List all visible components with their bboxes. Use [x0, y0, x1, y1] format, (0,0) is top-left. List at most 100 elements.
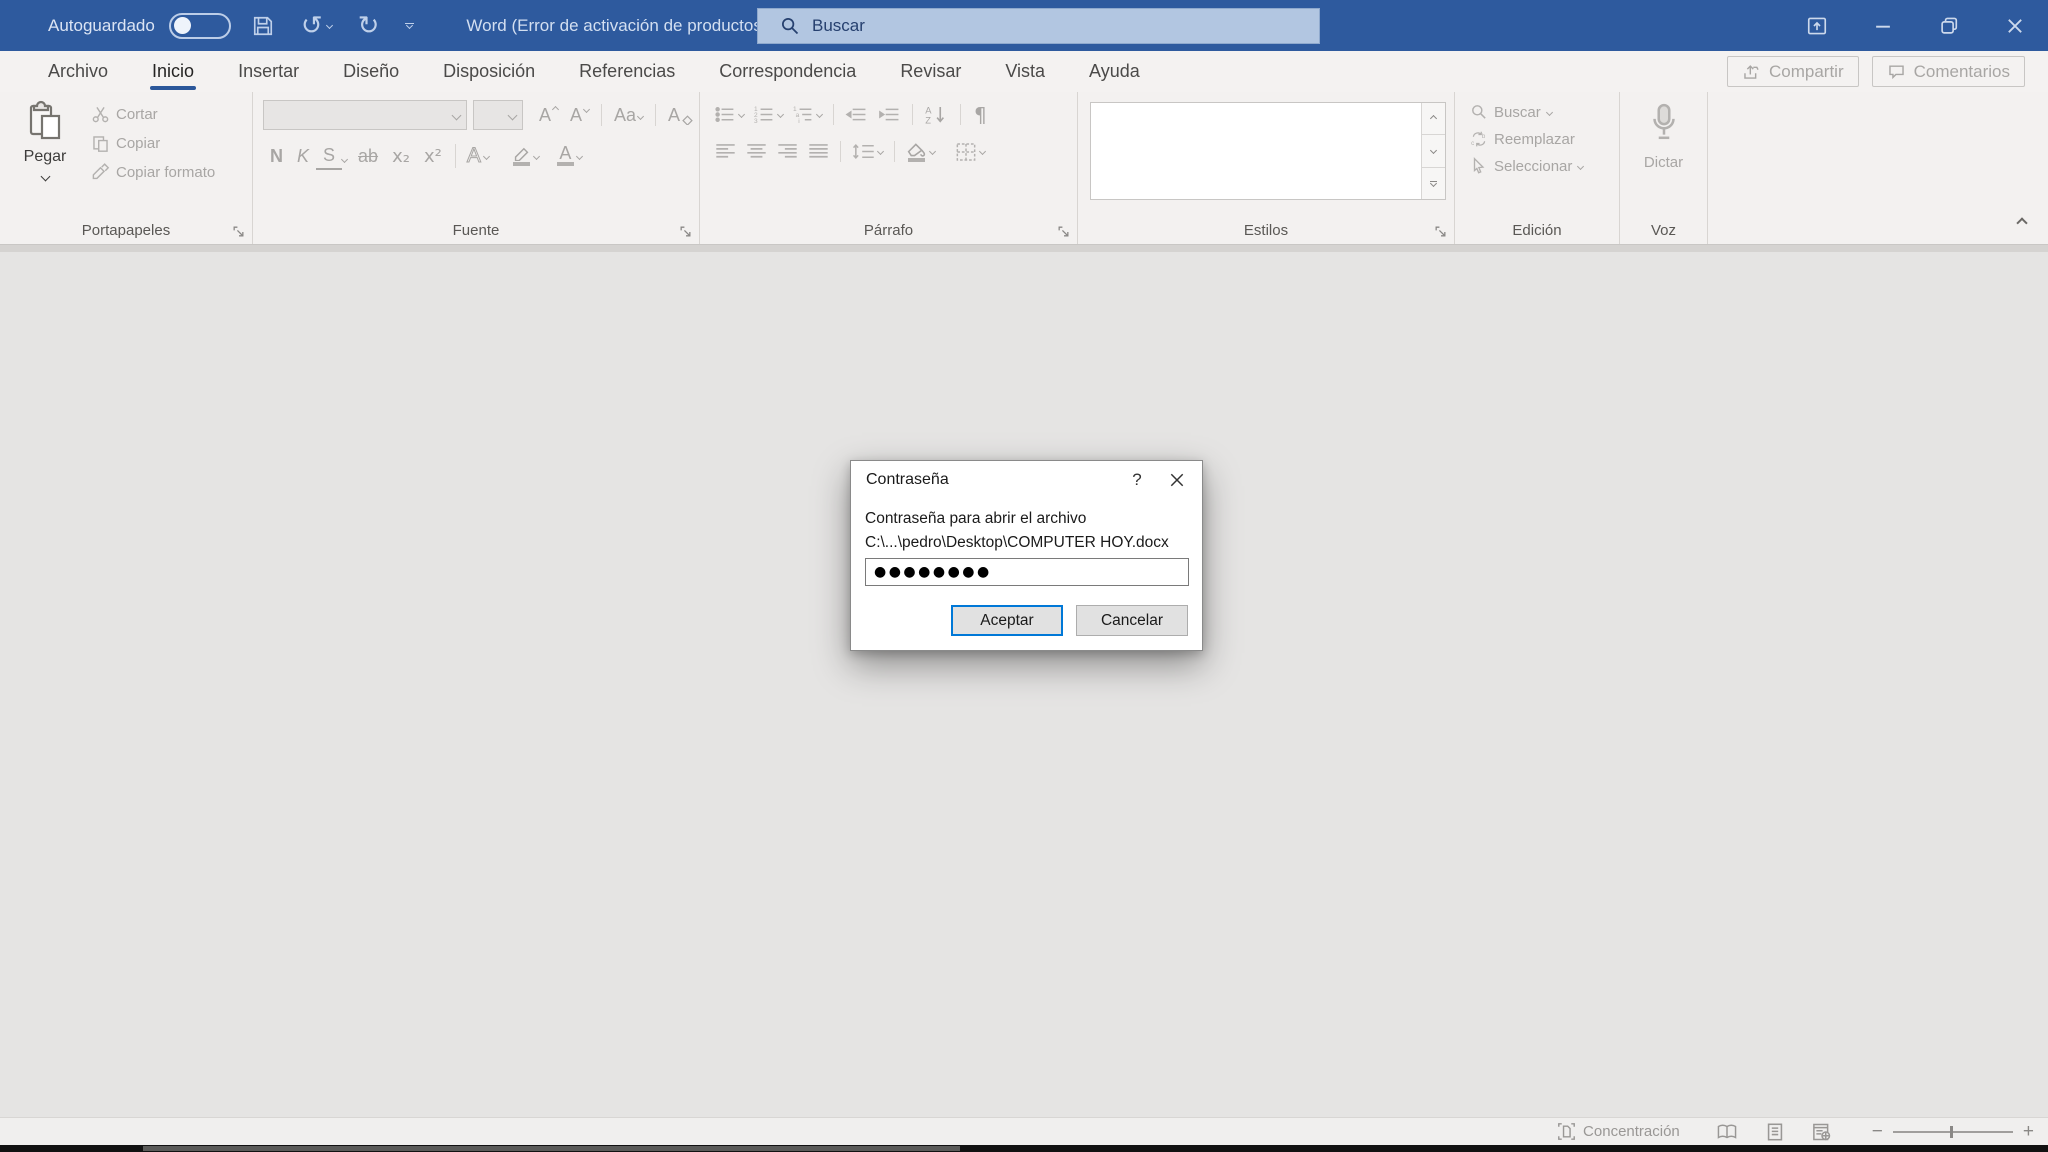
search-input[interactable] [812, 16, 1252, 36]
tab-archivo[interactable]: Archivo [26, 51, 130, 92]
ribbon-display-options-button[interactable] [1784, 0, 1850, 51]
dialog-message-line1: Contraseña para abrir el archivo [865, 507, 1188, 531]
web-layout-button[interactable] [1812, 1122, 1832, 1142]
window-title: Word (Error de activación de productos) [466, 16, 767, 36]
format-painter-button[interactable]: Copiar formato [86, 160, 220, 185]
restore-button[interactable] [1916, 0, 1982, 51]
zoom-slider[interactable] [1893, 1125, 2013, 1139]
undo-button[interactable]: ↺ [295, 9, 338, 43]
clear-formatting-button[interactable]: A [662, 103, 699, 128]
close-button[interactable] [1982, 0, 2048, 51]
read-mode-button[interactable] [1716, 1122, 1738, 1142]
group-voice: Dictar Voz [1620, 92, 1708, 244]
shrink-chevron-icon [583, 105, 590, 112]
increase-indent-button[interactable] [873, 101, 906, 128]
tab-correspondencia[interactable]: Correspondencia [697, 51, 878, 92]
sort-button[interactable]: AZ [919, 100, 954, 129]
search-box[interactable] [757, 8, 1320, 44]
group-font: A A Aa A N K S ab [253, 92, 700, 244]
quick-access-overflow-button[interactable] [399, 19, 420, 32]
cut-button[interactable]: Cortar [86, 102, 220, 127]
tab-insertar[interactable]: Insertar [216, 51, 321, 92]
font-dialog-launcher[interactable] [679, 225, 692, 238]
underline-chevron-icon[interactable] [341, 155, 348, 162]
clipboard-group-label: Portapapeles [82, 222, 170, 239]
autosave-toggle[interactable] [169, 13, 231, 39]
focus-mode-button[interactable]: Concentración [1557, 1122, 1680, 1141]
copy-button[interactable]: Copiar [86, 131, 220, 156]
minimize-button[interactable] [1850, 0, 1916, 51]
dialog-close-button[interactable] [1156, 465, 1198, 495]
save-icon[interactable] [245, 10, 281, 42]
minimize-icon [1872, 15, 1894, 37]
font-size-combobox[interactable] [473, 100, 523, 130]
styles-more-button[interactable] [1422, 168, 1445, 199]
accept-button[interactable]: Aceptar [951, 605, 1063, 636]
subscript-button[interactable]: x₂ [385, 144, 417, 169]
numbering-button[interactable]: 123 [749, 101, 788, 128]
replace-icon: bc [1470, 130, 1488, 148]
search-icon [780, 16, 800, 36]
tab-diseno[interactable]: Diseño [321, 51, 421, 92]
strikethrough-button[interactable]: ab [351, 144, 385, 169]
share-label: Compartir [1769, 62, 1844, 82]
align-center-button[interactable] [741, 138, 772, 165]
underline-button[interactable]: S [316, 143, 342, 170]
zoom-in-button[interactable]: + [2023, 1122, 2034, 1141]
pilcrow-button[interactable]: ¶ [967, 101, 994, 129]
styles-dialog-launcher[interactable] [1434, 225, 1447, 238]
styles-scroll-up-button[interactable] [1422, 103, 1445, 135]
bold-button[interactable]: N [263, 144, 290, 169]
redo-button[interactable]: ↻ [352, 9, 386, 43]
borders-button[interactable] [950, 138, 990, 166]
tab-ayuda[interactable]: Ayuda [1067, 51, 1162, 92]
dictate-button[interactable]: Dictar [1620, 100, 1707, 171]
find-button[interactable]: Buscar [1465, 100, 1619, 124]
clear-formatting-glyph: A [668, 105, 680, 126]
change-case-button[interactable]: Aa [608, 103, 649, 128]
replace-button[interactable]: bc Reemplazar [1465, 127, 1619, 151]
tab-inicio[interactable]: Inicio [130, 51, 216, 92]
paste-button[interactable]: Pegar [14, 100, 76, 217]
multilevel-list-button[interactable]: 1ai [788, 101, 827, 128]
print-layout-button[interactable] [1766, 1122, 1784, 1142]
grow-font-button[interactable]: A [533, 103, 564, 128]
zoom-out-button[interactable]: − [1872, 1122, 1883, 1141]
tab-revisar[interactable]: Revisar [878, 51, 983, 92]
align-right-button[interactable] [772, 138, 803, 165]
align-left-button[interactable] [710, 138, 741, 165]
styles-scroll-down-button[interactable] [1422, 135, 1445, 167]
tab-disposicion[interactable]: Disposición [421, 51, 557, 92]
font-color-button[interactable]: A [552, 142, 587, 170]
justify-button[interactable] [803, 138, 834, 165]
cancel-button[interactable]: Cancelar [1076, 605, 1188, 636]
dialog-title-bar: Contraseña ? [851, 461, 1202, 498]
password-input[interactable] [865, 558, 1189, 586]
clipboard-dialog-launcher[interactable] [232, 225, 245, 238]
decrease-indent-button[interactable] [840, 101, 873, 128]
styles-gallery[interactable] [1090, 102, 1446, 200]
select-button[interactable]: Seleccionar [1465, 154, 1619, 178]
highlight-button[interactable] [507, 142, 544, 170]
superscript-button[interactable]: x² [417, 144, 449, 169]
tab-referencias[interactable]: Referencias [557, 51, 697, 92]
text-effects-button[interactable]: A [462, 140, 494, 172]
dialog-help-button[interactable]: ? [1118, 465, 1156, 495]
tab-vista[interactable]: Vista [983, 51, 1067, 92]
italic-button[interactable]: K [290, 144, 316, 169]
zoom-slider-thumb[interactable] [1950, 1126, 1953, 1138]
collapse-ribbon-button[interactable] [2018, 214, 2026, 232]
bottom-screen-strip [0, 1145, 2048, 1152]
svg-text:i: i [798, 118, 800, 124]
shading-button[interactable] [901, 137, 940, 166]
comments-button[interactable]: Comentarios [1872, 56, 2025, 87]
share-button[interactable]: Compartir [1727, 56, 1859, 87]
dialog-title: Contraseña [866, 471, 1118, 489]
line-spacing-button[interactable] [847, 138, 888, 165]
bullets-button[interactable] [710, 101, 749, 128]
scissors-icon [91, 105, 110, 124]
styles-gallery-canvas[interactable] [1091, 103, 1421, 199]
shrink-font-button[interactable]: A [564, 103, 595, 128]
paragraph-dialog-launcher[interactable] [1057, 225, 1070, 238]
font-name-combobox[interactable] [263, 100, 467, 130]
